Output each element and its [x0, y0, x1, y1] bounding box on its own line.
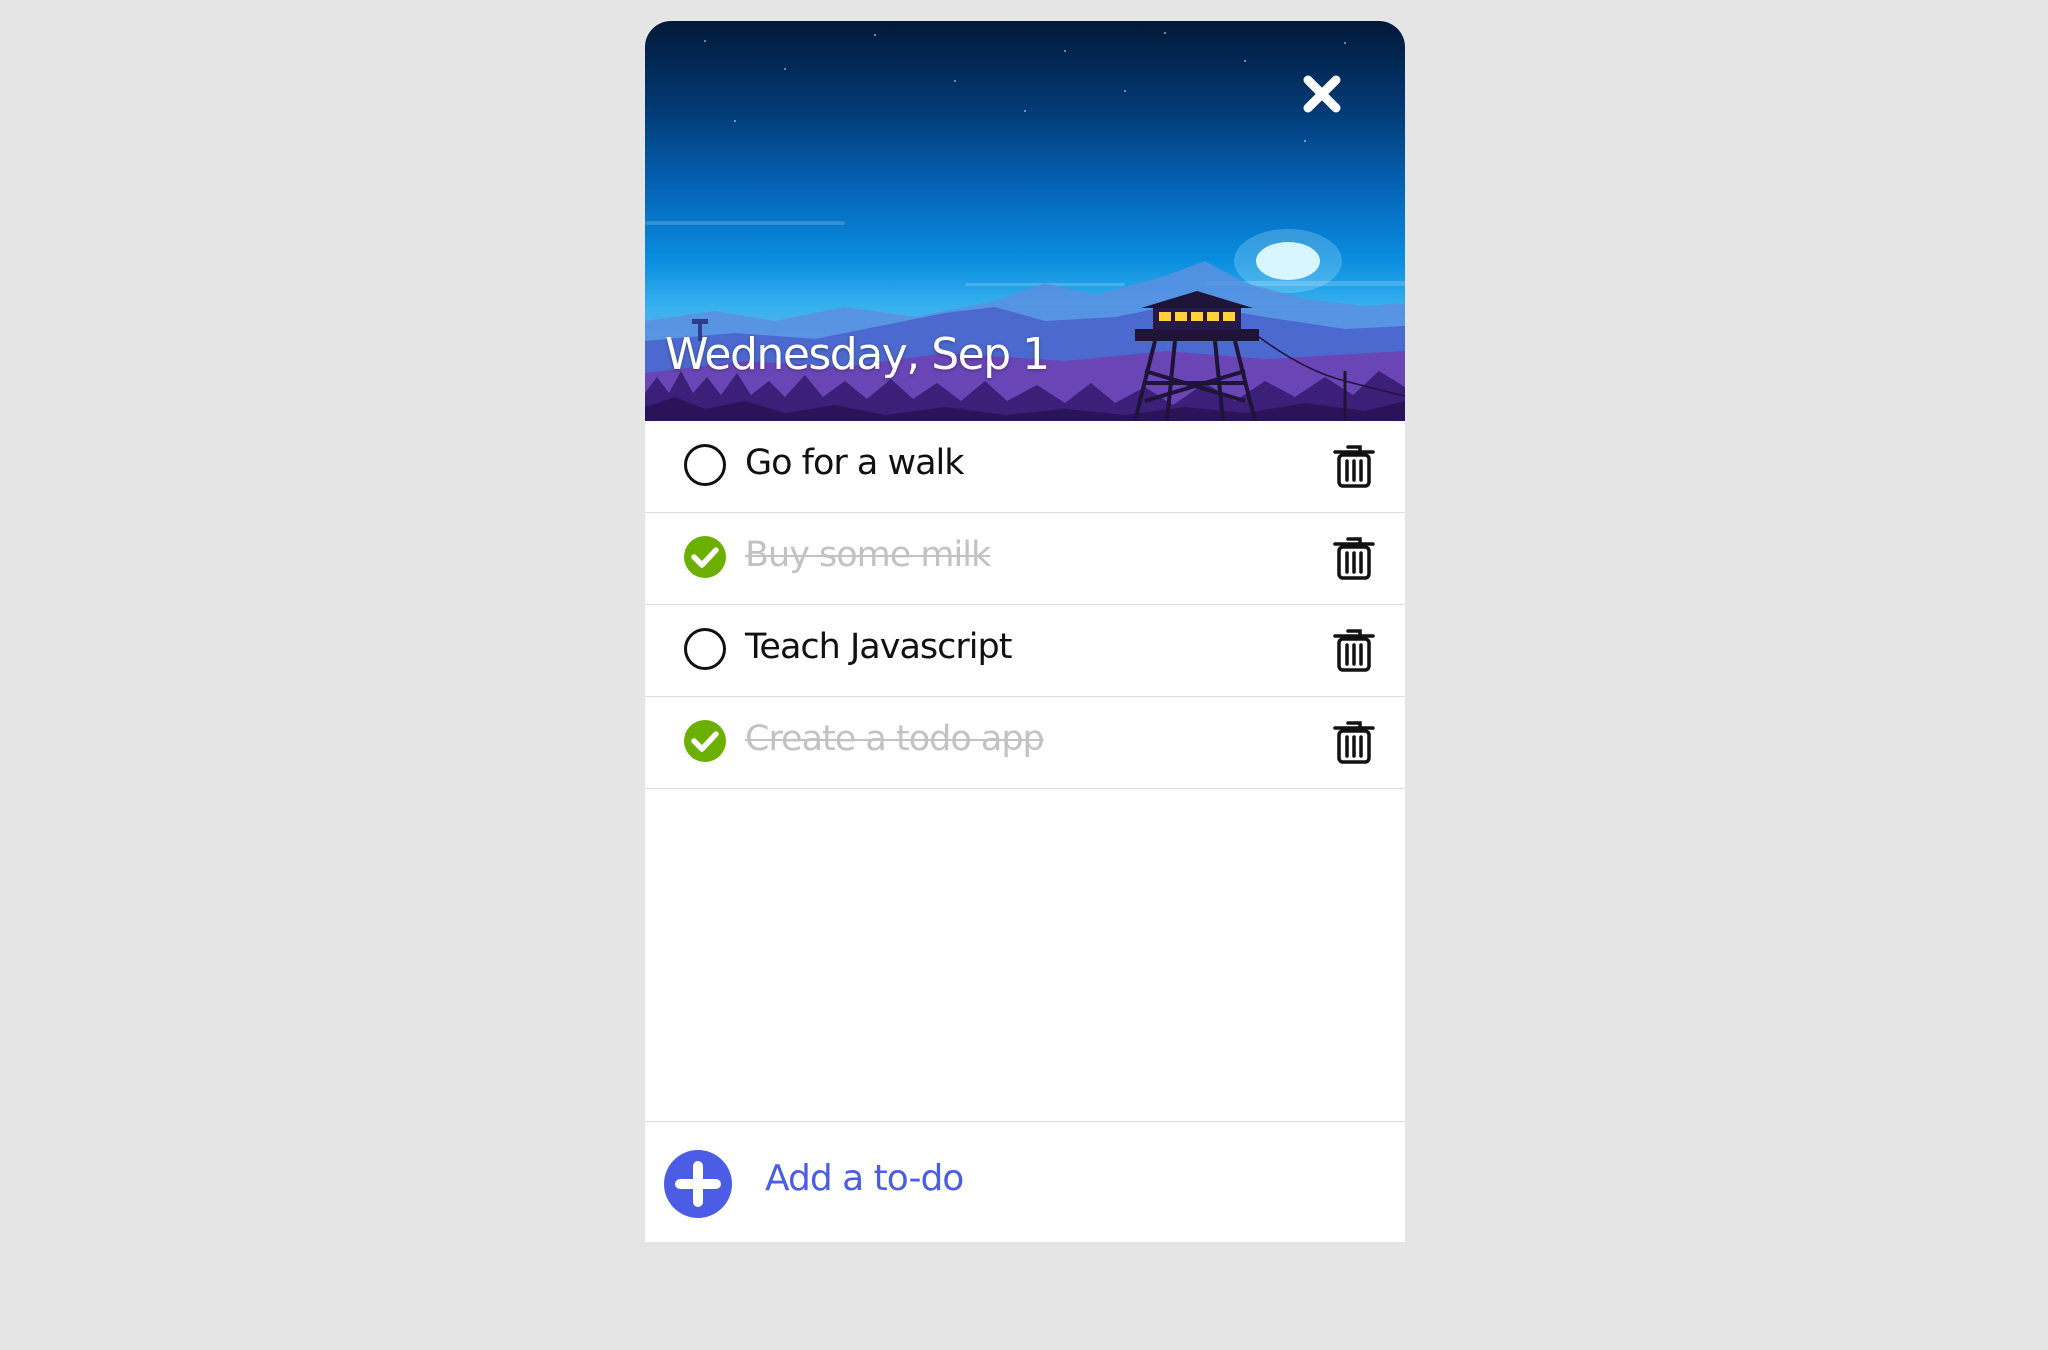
todo-text: Buy some milk: [745, 535, 991, 575]
plus-circle-icon[interactable]: [663, 1149, 733, 1219]
todo-text: Go for a walk: [745, 443, 965, 483]
trash-icon[interactable]: [1333, 535, 1375, 581]
todo-item: Buy some milk: [645, 513, 1405, 605]
todo-item: Go for a walk: [645, 421, 1405, 513]
add-todo-label[interactable]: Add a to-do: [765, 1158, 964, 1199]
todo-text: Create a todo app: [745, 719, 1045, 759]
trash-icon[interactable]: [1333, 443, 1375, 489]
trash-icon[interactable]: [1333, 719, 1375, 765]
header: Wednesday, Sep 1: [645, 21, 1405, 421]
trash-icon[interactable]: [1333, 627, 1375, 673]
todo-item: Teach Javascript: [645, 605, 1405, 697]
todo-text: Teach Javascript: [745, 627, 1012, 667]
checked-circle-icon[interactable]: [683, 719, 727, 763]
add-todo-bar: Add a to-do: [645, 1121, 1405, 1242]
date-title: Wednesday, Sep 1: [665, 329, 1050, 380]
unchecked-circle-icon[interactable]: [683, 627, 727, 671]
todo-app: Wednesday, Sep 1 Go for a walk Buy some …: [645, 21, 1405, 1242]
close-icon[interactable]: [1299, 71, 1345, 117]
checked-circle-icon[interactable]: [683, 535, 727, 579]
todo-item: Create a todo app: [645, 697, 1405, 789]
unchecked-circle-icon[interactable]: [683, 443, 727, 487]
todo-list: Go for a walk Buy some milk Teach Javasc…: [645, 421, 1405, 789]
